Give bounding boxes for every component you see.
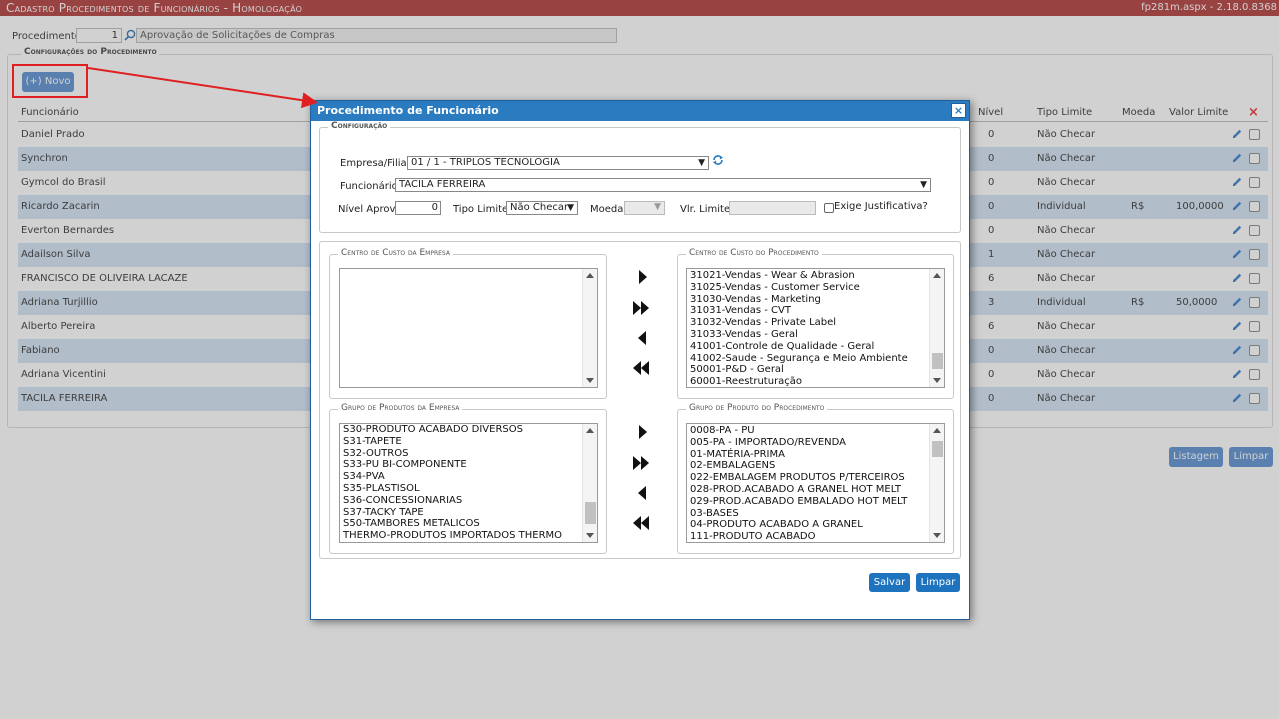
moeda-select[interactable]: ▼ — [624, 201, 665, 215]
salvar-button[interactable]: Salvar — [869, 573, 910, 592]
list-item[interactable]: 01-MATÉRIA-PRIMA — [690, 449, 928, 461]
list-item[interactable]: 0008-PA - PU — [690, 425, 928, 437]
scroll-down-icon[interactable] — [586, 378, 594, 383]
list-item[interactable]: S35-PLASTISOL — [343, 483, 581, 495]
cc-proc-items: 31021-Vendas - Wear & Abrasion 31025-Vend… — [690, 270, 928, 387]
triangle-right-icon[interactable] — [639, 270, 647, 284]
chevron-down-icon: ▼ — [920, 180, 927, 190]
scroll-down-icon[interactable] — [586, 533, 594, 538]
limpar-button[interactable]: Limpar — [916, 573, 960, 592]
tipo-limite-label: Tipo Limite: — [453, 204, 512, 215]
scroll-up-icon[interactable] — [933, 428, 941, 433]
exige-justificativa-label: Exige Justificativa? — [834, 201, 928, 212]
list-item[interactable]: THERMO-PRODUTOS IMPORTADOS THERMO — [343, 530, 581, 542]
scroll-down-icon[interactable] — [933, 533, 941, 538]
list-item[interactable]: 111-PRODUTO ACABADO — [690, 531, 928, 542]
list-item[interactable]: 31030-Vendas - Marketing — [690, 294, 928, 306]
gp-empresa-list[interactable]: S30-PRODUTO ACABADO DIVERSOS S31-TAPETE S3… — [339, 423, 598, 543]
config-legend-modal: Configuração — [328, 121, 391, 131]
cc-empresa-fieldset: Centro de Custo da Empresa — [329, 248, 607, 399]
chevron-down-icon: ▼ — [698, 158, 705, 168]
nivel-input[interactable]: 0 — [395, 201, 441, 215]
funcionario-label: Funcionário: — [340, 181, 402, 192]
gp-empresa-items: S30-PRODUTO ACABADO DIVERSOS S31-TAPETE S3… — [343, 424, 581, 542]
triangle-right-icon[interactable] — [639, 425, 647, 439]
scrollbar[interactable] — [582, 424, 597, 542]
exige-justificativa-checkbox[interactable] — [824, 203, 834, 213]
list-item[interactable]: S37-TACKY TAPE — [343, 507, 581, 519]
empresa-label: Empresa/Filial: — [340, 158, 413, 169]
list-item[interactable]: 03-BASES — [690, 508, 928, 520]
triangle-left-icon[interactable] — [638, 486, 646, 500]
chevron-down-icon: ▼ — [654, 202, 661, 212]
scroll-down-icon[interactable] — [933, 378, 941, 383]
tipo-limite-value: Não Checar — [510, 202, 569, 213]
list-item[interactable]: 029-PROD.ACABADO EMBALADO HOT MELT — [690, 496, 928, 508]
list-item[interactable]: S32-OUTROS — [343, 448, 581, 460]
cc-proc-list[interactable]: 31021-Vendas - Wear & Abrasion 31025-Vend… — [686, 268, 945, 388]
gp-proc-legend: Grupo de Produto do Procedimento — [686, 403, 828, 413]
vlr-limite-label: Vlr. Limite: — [680, 204, 734, 215]
list-item[interactable]: 31032-Vendas - Private Label — [690, 317, 928, 329]
gp-proc-items: 0008-PA - PU 005-PA - IMPORTADO/REVENDA 01… — [690, 425, 928, 542]
list-item[interactable]: 005-PA - IMPORTADO/REVENDA — [690, 437, 928, 449]
scroll-thumb[interactable] — [932, 441, 943, 457]
list-item[interactable]: 022-EMBALAGEM PRODUTOS P/TERCEIROS — [690, 472, 928, 484]
cc-empresa-list[interactable] — [339, 268, 598, 388]
scroll-up-icon[interactable] — [586, 428, 594, 433]
funcionario-select[interactable]: TACILA FERREIRA ▼ — [395, 178, 931, 192]
cc-proc-legend: Centro de Custo do Procedimento — [686, 248, 822, 258]
list-item[interactable]: 31021-Vendas - Wear & Abrasion — [690, 270, 928, 282]
cc-empresa-legend: Centro de Custo da Empresa — [338, 248, 453, 258]
funcionario-value: TACILA FERREIRA — [399, 179, 486, 190]
list-item[interactable]: 31033-Vendas - Geral — [690, 329, 928, 341]
gp-proc-fieldset: Grupo de Produto do Procedimento 0008-PA… — [677, 403, 954, 554]
scroll-thumb[interactable] — [585, 502, 596, 524]
list-item[interactable]: 41001-Controle de Qualidade - Geral — [690, 341, 928, 353]
scroll-up-icon[interactable] — [933, 273, 941, 278]
list-item[interactable]: S36-CONCESSIONARIAS — [343, 495, 581, 507]
scroll-up-icon[interactable] — [586, 273, 594, 278]
list-item[interactable]: 50001-P&D - Geral — [690, 364, 928, 376]
modal-title: Procedimento de Funcionário — [317, 104, 499, 117]
list-item[interactable]: 31025-Vendas - Customer Service — [690, 282, 928, 294]
list-item[interactable]: S34-PVA — [343, 471, 581, 483]
cc-proc-fieldset: Centro de Custo do Procedimento 31021-Ve… — [677, 248, 954, 399]
moeda-label: Moeda: — [590, 204, 627, 215]
list-item[interactable]: 41002-Saude - Segurança e Meio Ambiente — [690, 353, 928, 365]
scrollbar[interactable] — [929, 269, 944, 387]
list-item[interactable]: 60001-Reestruturação — [690, 376, 928, 387]
scroll-thumb[interactable] — [932, 353, 943, 369]
annotation-box — [12, 64, 88, 98]
gp-empresa-legend: Grupo de Produtos da Empresa — [338, 403, 463, 413]
tipo-limite-select[interactable]: Não Checar ▼ — [506, 201, 578, 215]
triangle-left-icon[interactable] — [638, 331, 646, 345]
modal-header: Procedimento de Funcionário × — [311, 101, 969, 121]
gp-proc-list[interactable]: 0008-PA - PU 005-PA - IMPORTADO/REVENDA 01… — [686, 423, 945, 543]
refresh-icon[interactable] — [712, 154, 724, 166]
list-item[interactable]: S30-PRODUTO ACABADO DIVERSOS — [343, 424, 581, 436]
list-item[interactable]: 028-PROD.ACABADO A GRANEL HOT MELT — [690, 484, 928, 496]
list-item[interactable]: S33-PU BI-COMPONENTE — [343, 459, 581, 471]
gp-empresa-fieldset: Grupo de Produtos da Empresa S30-PRODUTO… — [329, 403, 607, 554]
vlr-limite-input[interactable] — [729, 201, 816, 215]
nivel-label: Nível Aprov.: — [338, 204, 402, 215]
empresa-value: 01 / 1 - TRIPLOS TECNOLOGIA — [411, 157, 560, 168]
scrollbar[interactable] — [929, 424, 944, 542]
list-item[interactable]: 31031-Vendas - CVT — [690, 305, 928, 317]
list-item[interactable]: 04-PRODUTO ACABADO A GRANEL — [690, 519, 928, 531]
funcionario-modal: Procedimento de Funcionário × Configuraç… — [310, 100, 970, 620]
empresa-select[interactable]: 01 / 1 - TRIPLOS TECNOLOGIA ▼ — [407, 156, 709, 170]
list-item[interactable]: 02-EMBALAGENS — [690, 460, 928, 472]
list-item[interactable]: S31-TAPETE — [343, 436, 581, 448]
scrollbar[interactable] — [582, 269, 597, 387]
chevron-down-icon: ▼ — [567, 203, 574, 213]
modal-close-button[interactable]: × — [951, 103, 966, 118]
list-item[interactable]: S50-TAMBORES METALICOS — [343, 518, 581, 530]
config-fieldset: Configuração Empresa/Filial: 01 / 1 - TR… — [319, 121, 961, 233]
